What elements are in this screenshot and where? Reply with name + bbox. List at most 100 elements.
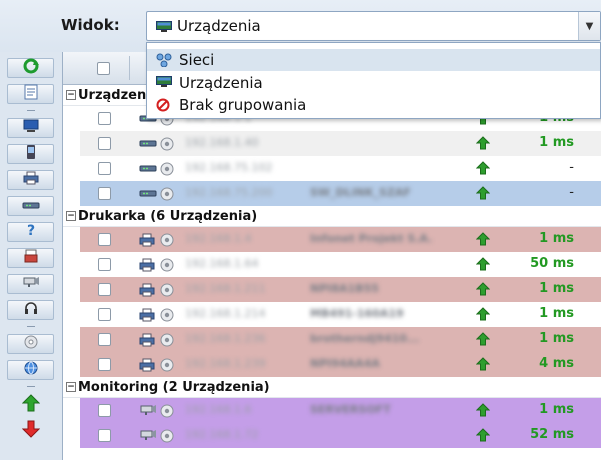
row-checkbox[interactable] (98, 187, 111, 200)
ip-address: 192.168.1.64 (185, 257, 259, 270)
toolbar-separator (27, 326, 35, 327)
disc-icon (160, 283, 174, 301)
disc-icon (23, 334, 39, 354)
group-header-row[interactable]: − Monitoring (2 Urządzenia) (63, 377, 601, 398)
collapse-icon[interactable]: − (66, 211, 76, 221)
disc-icon (160, 162, 174, 180)
disc-icon (160, 358, 174, 376)
ip-address: 192.168.1.214 (185, 307, 266, 320)
dropdown-option-no-grouping[interactable]: Brak grupowania (147, 94, 600, 116)
disc-icon (160, 404, 174, 422)
disc-icon (160, 308, 174, 326)
table-row[interactable]: 192.168.1.40 1 ms (80, 131, 601, 156)
chevron-down-icon[interactable]: ▼ (578, 12, 600, 40)
globe-filter-button[interactable] (7, 360, 54, 380)
device-name: SW_DLINK_SZAF (310, 186, 411, 199)
row-checkbox[interactable] (98, 358, 111, 371)
table-row[interactable]: 192.168.1.239 NPI94AA4A 4 ms (80, 352, 601, 377)
computer-filter-button[interactable] (7, 118, 54, 138)
router-filter-button[interactable] (7, 196, 54, 216)
table-row[interactable]: 192.168.1.72 52 ms (80, 423, 601, 448)
device-name (310, 257, 440, 271)
ping-value: 4 ms (539, 356, 574, 371)
table-row[interactable]: 192.168.1.214 MB491-160A19 1 ms (80, 302, 601, 327)
arrow-up-icon[interactable] (21, 394, 41, 412)
unknown-device-filter-button[interactable]: ? (7, 222, 54, 242)
status-up-icon (475, 307, 491, 325)
phone-icon (26, 144, 36, 164)
status-up-icon (475, 282, 491, 300)
camera-icon (22, 276, 40, 292)
group-label: Drukarka (6 Urządzenia) (78, 209, 258, 224)
refresh-button[interactable] (7, 58, 54, 78)
disc-icon (160, 333, 174, 351)
table-row[interactable]: 192.168.1.211 NPI8A1B55 1 ms (80, 277, 601, 302)
row-checkbox[interactable] (98, 333, 111, 346)
dropdown-option-label: Sieci (179, 51, 215, 69)
select-all-checkbox[interactable] (97, 62, 110, 75)
headset-icon (23, 300, 39, 320)
printer-icon (23, 171, 39, 189)
row-checkbox[interactable] (98, 137, 111, 150)
dropdown-option-label: Urządzenia (179, 74, 263, 92)
table-row[interactable]: 192.168.1.64 50 ms (80, 252, 601, 277)
toolbar-separator (27, 386, 35, 387)
svg-text:?: ? (27, 223, 35, 238)
printer-icon (139, 283, 155, 301)
fax-filter-button[interactable] (7, 248, 54, 268)
ip-address: 192.168.1.4 (185, 232, 252, 245)
camera-filter-button[interactable] (7, 274, 54, 294)
phone-filter-button[interactable] (7, 144, 54, 164)
router-icon (139, 137, 157, 152)
headset-filter-button[interactable] (7, 300, 54, 320)
table-row[interactable]: 192.168.1.4 Infonet Projekt S.A. 1 ms (80, 227, 601, 252)
row-checkbox[interactable] (98, 233, 111, 246)
device-name: SERVERSOFT (310, 403, 391, 416)
unknown-device-icon: ? (24, 222, 38, 242)
device-name (310, 136, 440, 150)
dropdown-option-devices[interactable]: Urządzenia (147, 72, 600, 94)
monitor-icon (156, 76, 172, 92)
row-checkbox[interactable] (98, 112, 111, 125)
group-header-row[interactable]: − Drukarka (6 Urządzenia) (63, 206, 601, 227)
group-label: Urządzen (78, 88, 147, 103)
router-icon (139, 187, 157, 202)
view-label: Widok: (61, 16, 120, 34)
left-toolbar: ? (0, 52, 62, 460)
printer-icon (139, 308, 155, 326)
row-checkbox[interactable] (98, 404, 111, 417)
row-checkbox[interactable] (98, 308, 111, 321)
table-row[interactable]: 192.168.75.200 SW_DLINK_SZAF - (80, 181, 601, 206)
dropdown-option-networks[interactable]: Sieci (147, 49, 600, 71)
row-checkbox[interactable] (98, 162, 111, 175)
fax-icon (24, 249, 38, 267)
computer-icon (23, 119, 39, 137)
view-select[interactable]: Urządzenia ▼ (146, 11, 601, 41)
printer-filter-button[interactable] (7, 170, 54, 190)
status-up-icon (475, 232, 491, 250)
disc-filter-button[interactable] (7, 334, 54, 354)
dropdown-option-label: Brak grupowania (179, 96, 307, 114)
status-up-icon (475, 136, 491, 154)
arrow-down-icon[interactable] (21, 420, 41, 438)
globe-icon (23, 360, 39, 380)
ip-address: 192.168.1.239 (185, 357, 266, 370)
table-row[interactable]: 192.168.1.6 SERVERSOFT 1 ms (80, 398, 601, 423)
disc-icon (160, 137, 174, 155)
collapse-icon[interactable]: − (66, 90, 76, 100)
document-button[interactable] (7, 84, 54, 104)
row-checkbox[interactable] (98, 429, 111, 442)
device-name: NPI94AA4A (310, 357, 380, 370)
ping-value: 1 ms (539, 281, 574, 296)
table-row[interactable]: 192.168.1.236 brotherndj9410... 1 ms (80, 327, 601, 352)
collapse-icon[interactable]: − (66, 382, 76, 392)
device-name (310, 428, 440, 442)
ping-value: 1 ms (539, 135, 574, 150)
row-checkbox[interactable] (98, 283, 111, 296)
column-divider (129, 56, 130, 80)
monitor-icon (156, 21, 172, 37)
row-checkbox[interactable] (98, 258, 111, 271)
ip-address: 192.168.1.40 (185, 136, 259, 149)
table-row[interactable]: 192.168.75.102 - (80, 156, 601, 181)
camera-icon (139, 404, 157, 420)
